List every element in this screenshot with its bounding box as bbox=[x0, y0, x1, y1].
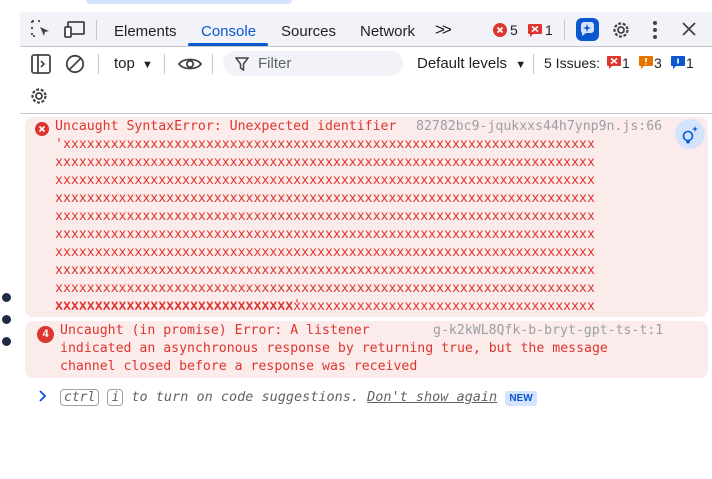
console-prompt-chevron-icon bbox=[38, 389, 48, 408]
console-promise-error-message[interactable]: 4 Uncaught (in promise) Error: A listene… bbox=[25, 321, 708, 378]
error-text-line: indicated an asynchronous response by re… bbox=[60, 341, 608, 356]
live-expression-eye-icon[interactable] bbox=[177, 56, 203, 77]
warning-count-badge[interactable]: 1 bbox=[528, 22, 553, 38]
message-error-icon bbox=[528, 23, 542, 37]
divider bbox=[564, 20, 565, 40]
more-tabs-chevron[interactable]: >> bbox=[435, 20, 452, 40]
code-line: xxxxxxxxxxxxxxxxxxxxxxxxxxxxxxxxxxxxxxxx… bbox=[55, 281, 595, 296]
code-suggestions-hint: ctrl i to turn on code suggestions. Don'… bbox=[60, 389, 537, 406]
error-text: Uncaught (in promise) Error: A listener bbox=[60, 323, 370, 338]
warning-count: 1 bbox=[545, 22, 553, 38]
error-icon bbox=[493, 23, 507, 37]
repeat-count-badge: 4 bbox=[37, 326, 54, 343]
sidebar-toggle-icon[interactable] bbox=[31, 54, 51, 79]
filter-icon bbox=[234, 57, 250, 76]
issues-warning-count: 3 bbox=[654, 55, 662, 71]
console-error-message-tail: xxxxxxxxxxxxxxxxxxxxxxxxxxxxxx' bbox=[25, 298, 708, 317]
tab-network[interactable]: Network bbox=[360, 23, 415, 40]
error-count-badge[interactable]: 5 bbox=[493, 22, 518, 38]
active-tab-indicator bbox=[188, 43, 268, 46]
issues-warning-icon bbox=[639, 56, 653, 74]
error-text-line: channel closed before a response was rec… bbox=[60, 359, 418, 374]
error-icon bbox=[35, 122, 49, 140]
error-text: Uncaught SyntaxError: Unexpected identif… bbox=[55, 119, 397, 134]
issues-counter[interactable]: 5 Issues: bbox=[544, 55, 600, 71]
issues-error-icon bbox=[607, 56, 621, 74]
hint-text: to turn on code suggestions. bbox=[131, 389, 359, 405]
ai-explain-icon[interactable] bbox=[675, 119, 705, 149]
divider bbox=[212, 54, 213, 74]
divider bbox=[96, 20, 97, 40]
filter-input[interactable]: Filter bbox=[223, 51, 403, 76]
code-line: xxxxxxxxxxxxxxxxxxxxxxxxxxxxxxxxxxxxxxxx… bbox=[55, 155, 595, 170]
divider bbox=[98, 54, 99, 74]
filter-placeholder: Filter bbox=[258, 55, 292, 72]
issues-info-icon bbox=[671, 56, 685, 74]
tab-console[interactable]: Console bbox=[201, 23, 256, 40]
tab-sources[interactable]: Sources bbox=[281, 23, 336, 40]
device-toolbar-icon[interactable] bbox=[64, 19, 86, 44]
settings-gear-icon[interactable] bbox=[610, 19, 632, 46]
console-settings-gear-icon[interactable] bbox=[28, 85, 50, 112]
dot bbox=[2, 315, 11, 324]
more-options-icon[interactable] bbox=[652, 20, 658, 45]
i-key: i bbox=[107, 389, 124, 406]
dont-show-again-link[interactable]: Don't show again bbox=[367, 389, 497, 405]
new-badge: NEW bbox=[505, 391, 537, 406]
code-line: xxxxxxxxxxxxxxxxxxxxxxxxxxxxxxxxxxxxxxxx… bbox=[55, 191, 595, 206]
context-value: top bbox=[114, 55, 135, 72]
dot bbox=[2, 337, 11, 346]
code-line: xxxxxxxxxxxxxxxxxxxxxxxxxxxxxx' bbox=[55, 298, 302, 313]
error-count: 5 bbox=[510, 22, 518, 38]
code-line: xxxxxxxxxxxxxxxxxxxxxxxxxxxxxxxxxxxxxxxx… bbox=[55, 263, 595, 278]
code-line: xxxxxxxxxxxxxxxxxxxxxxxxxxxxxxxxxxxxxxxx… bbox=[55, 209, 595, 224]
log-levels-dropdown[interactable]: Default levels ▼ bbox=[417, 55, 526, 72]
code-line: xxxxxxxxxxxxxxxxxxxxxxxxxxxxxxxxxxxxxxxx… bbox=[55, 245, 595, 260]
close-icon[interactable] bbox=[681, 21, 697, 42]
issues-error-count: 1 bbox=[622, 55, 630, 71]
ai-assistance-icon[interactable] bbox=[576, 18, 599, 46]
code-line: xxxxxxxxxxxxxxxxxxxxxxxxxxxxxxxxxxxxxxxx… bbox=[55, 227, 595, 242]
console-error-message[interactable]: Uncaught SyntaxError: Unexpected identif… bbox=[25, 117, 708, 317]
dropdown-arrow-icon: ▼ bbox=[515, 59, 527, 71]
dot bbox=[2, 293, 11, 302]
toolbar-second-row bbox=[20, 80, 712, 114]
tab-elements[interactable]: Elements bbox=[114, 23, 177, 40]
source-link[interactable]: g-k2kWL8Qfk-b-bryt-gpt-ts-t:1 bbox=[433, 323, 663, 338]
dropdown-arrow-icon: ▼ bbox=[142, 59, 153, 71]
divider bbox=[533, 54, 534, 74]
divider bbox=[164, 54, 165, 74]
clear-console-icon[interactable] bbox=[65, 54, 85, 79]
log-levels-label: Default levels bbox=[417, 55, 508, 72]
top-pill bbox=[86, 0, 292, 4]
source-link[interactable]: 82782bc9-jqukxxs44h7ynp9n.js:66 bbox=[416, 119, 662, 134]
issues-label: 5 Issues: bbox=[544, 55, 601, 71]
context-selector[interactable]: top ▼ bbox=[114, 55, 153, 72]
code-line: xxxxxxxxxxxxxxxxxxxxxxxxxxxxxxxxxxxxxxxx… bbox=[55, 173, 595, 188]
issues-info-count: 1 bbox=[686, 55, 694, 71]
code-line: 'xxxxxxxxxxxxxxxxxxxxxxxxxxxxxxxxxxxxxxx… bbox=[55, 137, 595, 152]
inspect-element-icon[interactable] bbox=[30, 19, 52, 44]
ctrl-key: ctrl bbox=[60, 389, 100, 406]
